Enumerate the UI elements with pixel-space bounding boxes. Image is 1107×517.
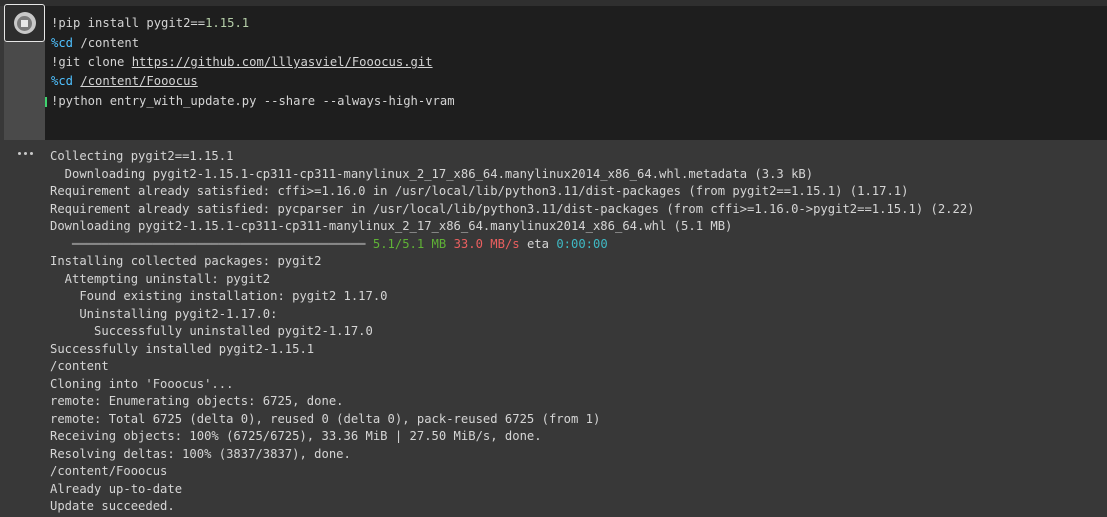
output-line: /content/Fooocus	[50, 464, 168, 478]
code-line: !python entry_with_update.py --share --a…	[51, 94, 455, 108]
output-line: Attempting uninstall: pygit2	[50, 271, 271, 286]
output-line: Found existing installation: pygit2 1.17…	[50, 289, 388, 303]
output-line: Downloading pygit2-1.15.1-cp311-cp311-ma…	[50, 219, 733, 233]
code-line: !git clone https://github.com/lllyasviel…	[51, 55, 433, 69]
output-line: Uninstalling pygit2-1.17.0:	[50, 306, 278, 321]
output-line: Successfully uninstalled pygit2-1.17.0	[50, 324, 373, 338]
output-line: remote: Enumerating objects: 6725, done.	[50, 394, 344, 408]
output-line: Receiving objects: 100% (6725/6725), 33.…	[50, 429, 542, 443]
output-line: Cloning into 'Fooocus'...	[50, 376, 234, 391]
output-line: /content	[50, 359, 109, 373]
stop-run-icon	[13, 12, 36, 34]
output-line: remote: Total 6725 (delta 0), reused 0 (…	[50, 411, 601, 426]
code-editor[interactable]: !pip install pygit2==1.15.1 %cd /content…	[45, 6, 1107, 140]
output-line: Already up-to-date	[50, 481, 183, 496]
execution-marker	[45, 97, 47, 107]
output-line: Collecting pygit2==1.15.1	[50, 149, 234, 163]
output-line: Downloading pygit2-1.15.1-cp311-cp311-ma…	[50, 166, 814, 181]
output-line: Update succeeded.	[50, 499, 175, 513]
output-line: Successfully installed pygit2-1.15.1	[50, 341, 315, 356]
stop-run-button[interactable]	[4, 4, 45, 42]
repo-link[interactable]: https://github.com/lllyasviel/Fooocus.gi…	[132, 55, 433, 69]
code-line: %cd /content/Fooocus	[51, 74, 198, 88]
progress-bar: ━━━━━━━━━━━━━━━━━━━━━━━━━━━━━━━━━━━━━━━━	[50, 236, 366, 251]
path-link[interactable]: /content/Fooocus	[80, 74, 197, 88]
output-line: Resolving deltas: 100% (3837/3837), done…	[50, 446, 351, 461]
progress-line: ━━━━━━━━━━━━━━━━━━━━━━━━━━━━━━━━━━━━━━━━…	[50, 236, 608, 251]
output-line: Requirement already satisfied: cffi>=1.1…	[50, 184, 909, 198]
cell-output: Collecting pygit2==1.15.1 Downloading py…	[0, 140, 1107, 517]
code-line: !pip install pygit2==1.15.1	[51, 16, 250, 30]
code-line: %cd /content	[51, 36, 140, 50]
more-horizontal-icon[interactable]	[18, 148, 34, 158]
output-line: Requirement already satisfied: pycparser…	[50, 201, 975, 216]
output-line: Installing collected packages: pygit2	[50, 254, 322, 268]
